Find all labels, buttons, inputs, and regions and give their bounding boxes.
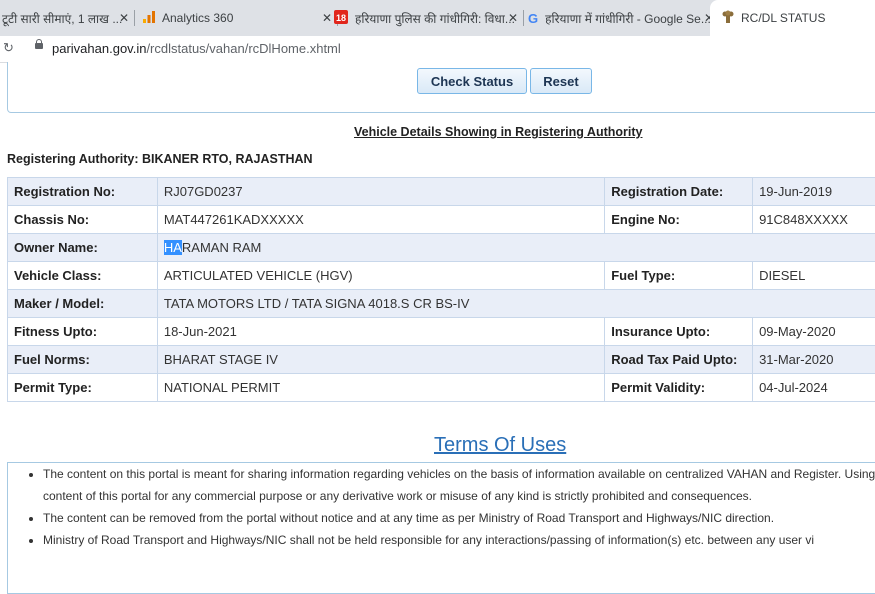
fitness-upto-value: 18-Jun-2021 [157,318,604,346]
registration-date-label: Registration Date: [605,178,753,206]
tab-news18[interactable]: 18 हरियाणा पुलिस की गांधीगिरी: विधा... ✕ [328,0,524,36]
tab-google[interactable]: G हरियाणा में गांधीगिरी - Google Se... ✕ [518,0,720,36]
owner-name-rest: RAMAN RAM [182,240,261,255]
maker-model-label: Maker / Model: [8,290,158,318]
registration-no-label: Registration No: [8,178,158,206]
list-item: The content on this portal is meant for … [43,463,875,507]
owner-name-value: HARAMAN RAM [157,234,875,262]
table-row: Owner Name: HARAMAN RAM [8,234,875,262]
address-bar: ↻ parivahan.gov.in/rcdlstatus/vahan/rcDl… [0,36,875,63]
fuel-type-value: DIESEL [753,262,875,290]
fuel-norms-value: BHARAT STAGE IV [157,346,604,374]
terms-list: The content on this portal is meant for … [8,463,875,551]
tab-analytics[interactable]: Analytics 360 ✕ [133,0,338,36]
table-row: Chassis No: MAT447261KADXXXXX Engine No:… [8,206,875,234]
owner-name-label: Owner Name: [8,234,158,262]
vehicle-details-table: Registration No: RJ07GD0237 Registration… [7,177,875,402]
fuel-type-label: Fuel Type: [605,262,753,290]
reset-button[interactable]: Reset [530,68,592,94]
lock-icon[interactable] [35,43,43,49]
close-icon[interactable]: ✕ [119,11,129,25]
permit-type-value: NATIONAL PERMIT [157,374,604,402]
vehicle-class-label: Vehicle Class: [8,262,158,290]
table-row: Maker / Model: TATA MOTORS LTD / TATA SI… [8,290,875,318]
check-status-button[interactable]: Check Status [417,68,527,94]
chassis-no-label: Chassis No: [8,206,158,234]
url-field[interactable]: parivahan.gov.in/rcdlstatus/vahan/rcDlHo… [52,41,341,56]
table-row: Fitness Upto: 18-Jun-2021 Insurance Upto… [8,318,875,346]
vehicle-class-value: ARTICULATED VEHICLE (HGV) [157,262,604,290]
reload-icon[interactable]: ↻ [3,40,14,56]
url-path: /rcdlstatus/vahan/rcDlHome.xhtml [146,41,340,56]
news18-icon: 18 [334,10,348,27]
browser-tab-strip: टूटी सारी सीमाएं, 1 लाख ... ✕ Analytics … [0,0,875,36]
permit-validity-value: 04-Jul-2024 [753,374,875,402]
list-item: Ministry of Road Transport and Highways/… [43,529,875,551]
tab-title: हरियाणा पुलिस की गांधीगिरी: विधा... [355,10,515,27]
registration-date-value: 19-Jun-2019 [753,178,875,206]
terms-title: Terms Of Uses [434,434,566,457]
permit-validity-label: Permit Validity: [605,374,753,402]
analytics-icon [143,11,155,26]
list-item: The content can be removed from the port… [43,507,875,529]
url-domain: parivahan.gov.in [52,41,146,56]
table-row: Registration No: RJ07GD0237 Registration… [8,178,875,206]
tab-news[interactable]: टूटी सारी सीमाएं, 1 लाख ... ✕ [0,0,135,36]
registration-no-value: RJ07GD0237 [157,178,604,206]
tab-title: Analytics 360 [162,11,233,25]
tab-title: हरियाणा में गांधीगिरी - Google Se... [545,10,711,27]
insurance-upto-value: 09-May-2020 [753,318,875,346]
fuel-norms-label: Fuel Norms: [8,346,158,374]
table-row: Fuel Norms: BHARAT STAGE IV Road Tax Pai… [8,346,875,374]
maker-model-value: TATA MOTORS LTD / TATA SIGNA 4018.S CR B… [157,290,875,318]
engine-no-value: 91C848XXXXX [753,206,875,234]
road-tax-value: 31-Mar-2020 [753,346,875,374]
svg-text:18: 18 [336,13,346,23]
table-row: Vehicle Class: ARTICULATED VEHICLE (HGV)… [8,262,875,290]
engine-no-label: Engine No: [605,206,753,234]
emblem-icon [722,10,734,26]
fitness-upto-label: Fitness Upto: [8,318,158,346]
terms-box: The content on this portal is meant for … [7,462,875,594]
registering-authority: Registering Authority: BIKANER RTO, RAJA… [7,152,313,166]
insurance-upto-label: Insurance Upto: [605,318,753,346]
road-tax-label: Road Tax Paid Upto: [605,346,753,374]
google-icon: G [528,11,538,26]
tab-rcdl-status[interactable]: RC/DL STATUS [710,0,875,36]
tab-title: टूटी सारी सीमाएं, 1 लाख ... [2,10,122,27]
selected-text: HA [164,240,182,255]
close-icon[interactable]: ✕ [508,11,518,25]
search-form-panel: Check Status Reset [7,62,875,113]
section-heading: Vehicle Details Showing in Registering A… [354,125,642,139]
permit-type-label: Permit Type: [8,374,158,402]
tab-title: RC/DL STATUS [741,11,825,25]
chassis-no-value: MAT447261KADXXXXX [157,206,604,234]
table-row: Permit Type: NATIONAL PERMIT Permit Vali… [8,374,875,402]
